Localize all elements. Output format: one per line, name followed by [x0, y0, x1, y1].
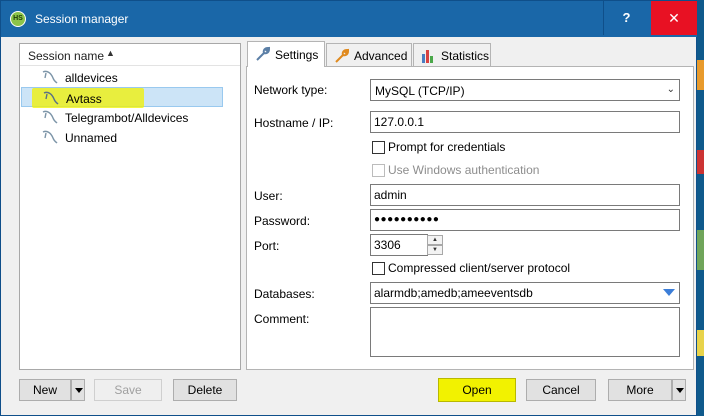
- wrench-icon: [256, 46, 270, 61]
- session-item-label: Avtass: [66, 92, 102, 106]
- dropdown-arrow-icon[interactable]: [663, 289, 675, 296]
- arrow-up-icon[interactable]: ▲: [427, 235, 443, 245]
- wrench-orange-icon: [335, 48, 349, 63]
- tab-statistics[interactable]: Statistics: [413, 43, 491, 66]
- tab-label: Settings: [275, 48, 319, 62]
- windows-auth-checkbox: Use Windows authentication: [372, 163, 572, 179]
- dolphin-icon: [42, 110, 58, 124]
- title-bar[interactable]: HS Session manager ? ✕: [1, 1, 697, 37]
- more-button[interactable]: More: [608, 379, 672, 401]
- dolphin-icon: [43, 91, 59, 105]
- cancel-button[interactable]: Cancel: [526, 379, 596, 401]
- dolphin-icon: [42, 70, 58, 84]
- app-icon: HS: [10, 11, 26, 27]
- column-header-label: Session name: [28, 49, 105, 63]
- checkbox-box: [372, 164, 385, 177]
- session-item-unnamed[interactable]: Unnamed: [21, 127, 223, 147]
- tab-settings[interactable]: Settings: [247, 41, 325, 67]
- desktop-background: [696, 0, 704, 416]
- desktop-item: [696, 60, 704, 90]
- help-button[interactable]: ?: [603, 1, 649, 35]
- user-label: User:: [254, 189, 283, 203]
- databases-input[interactable]: alarmdb;amedb;ameeventsdb: [370, 282, 680, 304]
- network-type-label: Network type:: [254, 83, 328, 97]
- session-item-avtass[interactable]: Avtass: [21, 87, 223, 108]
- password-input[interactable]: ●●●●●●●●●●: [370, 209, 680, 231]
- save-button: Save: [94, 379, 162, 401]
- bar-chart-icon: [422, 50, 433, 63]
- sort-ascending-icon: ▲: [106, 48, 115, 58]
- session-list[interactable]: Session name ▲ alldevices Avtass Telegra…: [19, 43, 241, 370]
- new-dropdown-button[interactable]: [71, 379, 85, 401]
- delete-button[interactable]: Delete: [173, 379, 237, 401]
- session-item-label: Unnamed: [65, 131, 118, 145]
- new-button[interactable]: New: [19, 379, 71, 401]
- desktop-item: [696, 230, 704, 270]
- databases-label: Databases:: [254, 287, 315, 301]
- desktop-item: [696, 330, 704, 356]
- network-type-value: MySQL (TCP/IP): [375, 84, 465, 98]
- checkbox-label: Compressed client/server protocol: [388, 261, 571, 275]
- port-input[interactable]: 3306: [370, 234, 428, 256]
- comment-textarea[interactable]: [370, 307, 680, 357]
- more-dropdown-button[interactable]: [672, 379, 686, 401]
- session-item-telegrambot[interactable]: Telegrambot/Alldevices: [21, 107, 223, 127]
- port-stepper[interactable]: ▲ ▼: [427, 235, 443, 255]
- close-button[interactable]: ✕: [651, 1, 697, 35]
- session-name-column-header[interactable]: Session name ▲: [20, 44, 240, 66]
- arrow-down-icon[interactable]: ▼: [427, 245, 443, 255]
- caret-down-icon: [75, 388, 83, 393]
- tab-label: Statistics: [441, 49, 490, 63]
- tab-label: Advanced: [354, 49, 408, 63]
- databases-value: alarmdb;amedb;ameeventsdb: [374, 286, 533, 300]
- hostname-input[interactable]: 127.0.0.1: [370, 111, 680, 133]
- window-title: Session manager: [35, 12, 129, 26]
- compressed-protocol-checkbox[interactable]: Compressed client/server protocol: [372, 261, 592, 277]
- checkbox-box: [372, 141, 385, 154]
- open-button[interactable]: Open: [438, 378, 516, 402]
- caret-down-icon: [676, 388, 684, 393]
- hostname-label: Hostname / IP:: [254, 116, 334, 130]
- chevron-down-icon: ⌄: [666, 84, 675, 95]
- checkbox-label: Prompt for credentials: [388, 140, 506, 154]
- dolphin-icon: [42, 130, 58, 144]
- checkbox-label: Use Windows authentication: [388, 163, 540, 177]
- session-item-label: Telegrambot/Alldevices: [65, 111, 189, 125]
- tab-advanced[interactable]: Advanced: [326, 43, 412, 66]
- user-input[interactable]: admin: [370, 184, 680, 206]
- session-manager-window: HS Session manager ? ✕ Session name ▲ al…: [0, 0, 697, 416]
- session-item-label: alldevices: [65, 71, 118, 85]
- checkbox-box: [372, 262, 385, 275]
- comment-label: Comment:: [254, 312, 310, 326]
- desktop-item: [696, 150, 704, 174]
- session-item-alldevices[interactable]: alldevices: [21, 67, 223, 87]
- password-label: Password:: [254, 214, 311, 228]
- port-label: Port:: [254, 239, 280, 253]
- network-type-select[interactable]: MySQL (TCP/IP) ⌄: [370, 79, 680, 101]
- prompt-credentials-checkbox[interactable]: Prompt for credentials: [372, 140, 572, 156]
